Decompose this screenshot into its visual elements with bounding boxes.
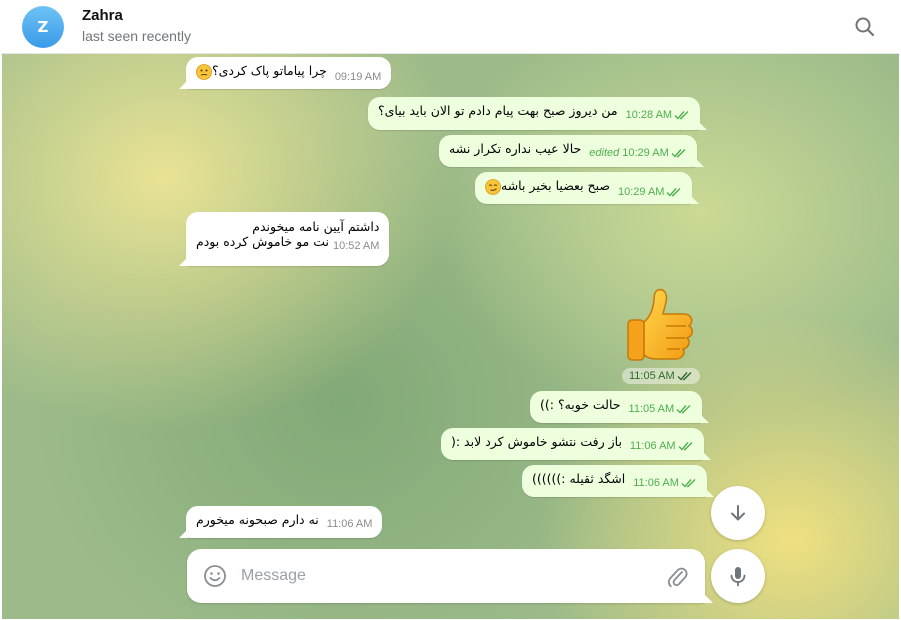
message-bubble-outgoing[interactable]: اشگد ثقیله :)))))) 11:06 AM — [522, 465, 714, 497]
double-check-icon — [666, 187, 681, 197]
message-bubble-incoming[interactable]: داشتم آیین نامه میخوندم نت مو خاموش کرده… — [178, 212, 390, 266]
attach-button[interactable] — [665, 563, 689, 589]
double-check-icon — [674, 111, 689, 120]
message-text: نه دارم صبحونه میخورم — [196, 512, 319, 527]
contact-status: last seen recently — [82, 28, 191, 44]
thumbs-up-sticker[interactable] — [622, 284, 702, 364]
microphone-icon — [730, 567, 746, 587]
message-time: 11:06 AM — [633, 477, 679, 489]
message-text: اشگد ثقیله :)))))) — [532, 471, 626, 486]
thumbs-up-icon — [627, 288, 693, 361]
message-time: 11:06 AM — [629, 440, 676, 452]
message-bubble-incoming[interactable]: نه دارم صبحونه میخورم 11:06 AM — [178, 506, 383, 538]
message-bubble-outgoing[interactable]: صبح بعضیا بخیر باشه 10:29 AM — [475, 172, 700, 204]
message-time: 10:52 AM — [332, 240, 380, 252]
search-button[interactable] — [852, 14, 878, 40]
message-time: 10:29 AM — [622, 147, 669, 159]
double-check-icon — [677, 372, 692, 381]
arrow-down-icon — [731, 505, 745, 521]
message-list[interactable]: چرا پیاماتو پاک کردی؟ 09:19 AM من دیروز … — [2, 54, 899, 619]
message-meta: 11:06 AM — [630, 440, 694, 452]
message-meta: 11:06 AM — [633, 477, 697, 489]
message-time: 11:06 AM — [326, 518, 373, 530]
edited-label: edited — [589, 147, 620, 159]
message-text: صبح بعضیا بخیر باشه — [501, 178, 610, 193]
message-meta: 11:05 AM — [629, 403, 693, 415]
message-meta: edited 10:29 AM — [589, 147, 686, 159]
message-meta: 10:28 AM — [626, 109, 690, 121]
message-time: 10:28 AM — [625, 109, 673, 121]
smirk-face-icon — [485, 178, 501, 195]
message-text: باز رفت نتشو خاموش کرد لابد :( — [451, 434, 622, 449]
message-text-line: داشتم آیین نامه میخوندم — [252, 219, 380, 234]
double-check-icon — [681, 479, 696, 488]
scroll-down-button[interactable] — [711, 486, 765, 540]
double-check-icon — [671, 149, 686, 158]
message-input[interactable] — [241, 563, 641, 589]
message-text: حالا عیب نداره تکرار نشه — [449, 141, 582, 156]
message-bubble-outgoing[interactable]: باز رفت نتشو خاموش کرد لابد :( 11:06 AM — [441, 428, 711, 460]
double-check-icon — [676, 405, 691, 414]
message-time: 09:19 AM — [334, 70, 382, 83]
search-icon — [855, 17, 875, 37]
contact-name[interactable]: Zahra — [82, 7, 123, 24]
message-meta: 10:29 AM — [618, 186, 682, 198]
message-bubble-outgoing[interactable]: حالا عیب نداره تکرار نشه edited 10:29 AM — [439, 135, 704, 167]
sticker-meta: 11:05 AM — [622, 368, 700, 384]
message-composer — [187, 549, 713, 603]
smiley-icon — [204, 565, 226, 587]
message-text-line: نت مو خاموش کرده بودم — [196, 234, 329, 249]
avatar[interactable]: Z — [22, 6, 64, 48]
chat-header: Z Zahra last seen recently — [2, 0, 899, 54]
message-time: 11:05 AM — [629, 370, 675, 382]
message-text: حالت خوبه؟ :)) — [540, 397, 621, 412]
message-text: چرا پیاماتو پاک کردی؟ — [212, 63, 327, 78]
message-time: 11:05 AM — [628, 403, 675, 415]
message-bubble-outgoing[interactable]: من دیروز صبح بهت پیام دادم تو الان باید … — [368, 97, 708, 130]
paperclip-icon — [667, 567, 688, 588]
message-text: من دیروز صبح بهت پیام دادم تو الان باید … — [378, 103, 618, 118]
voice-record-button[interactable] — [711, 549, 765, 603]
message-bubble-incoming[interactable]: چرا پیاماتو پاک کردی؟ 09:19 AM — [178, 57, 392, 89]
message-time: 10:29 AM — [617, 185, 665, 198]
emoji-button[interactable] — [203, 564, 227, 588]
double-check-icon — [678, 442, 693, 451]
message-bubble-outgoing[interactable]: حالت خوبه؟ :)) 11:05 AM — [530, 391, 710, 423]
confused-face-icon — [196, 63, 212, 80]
